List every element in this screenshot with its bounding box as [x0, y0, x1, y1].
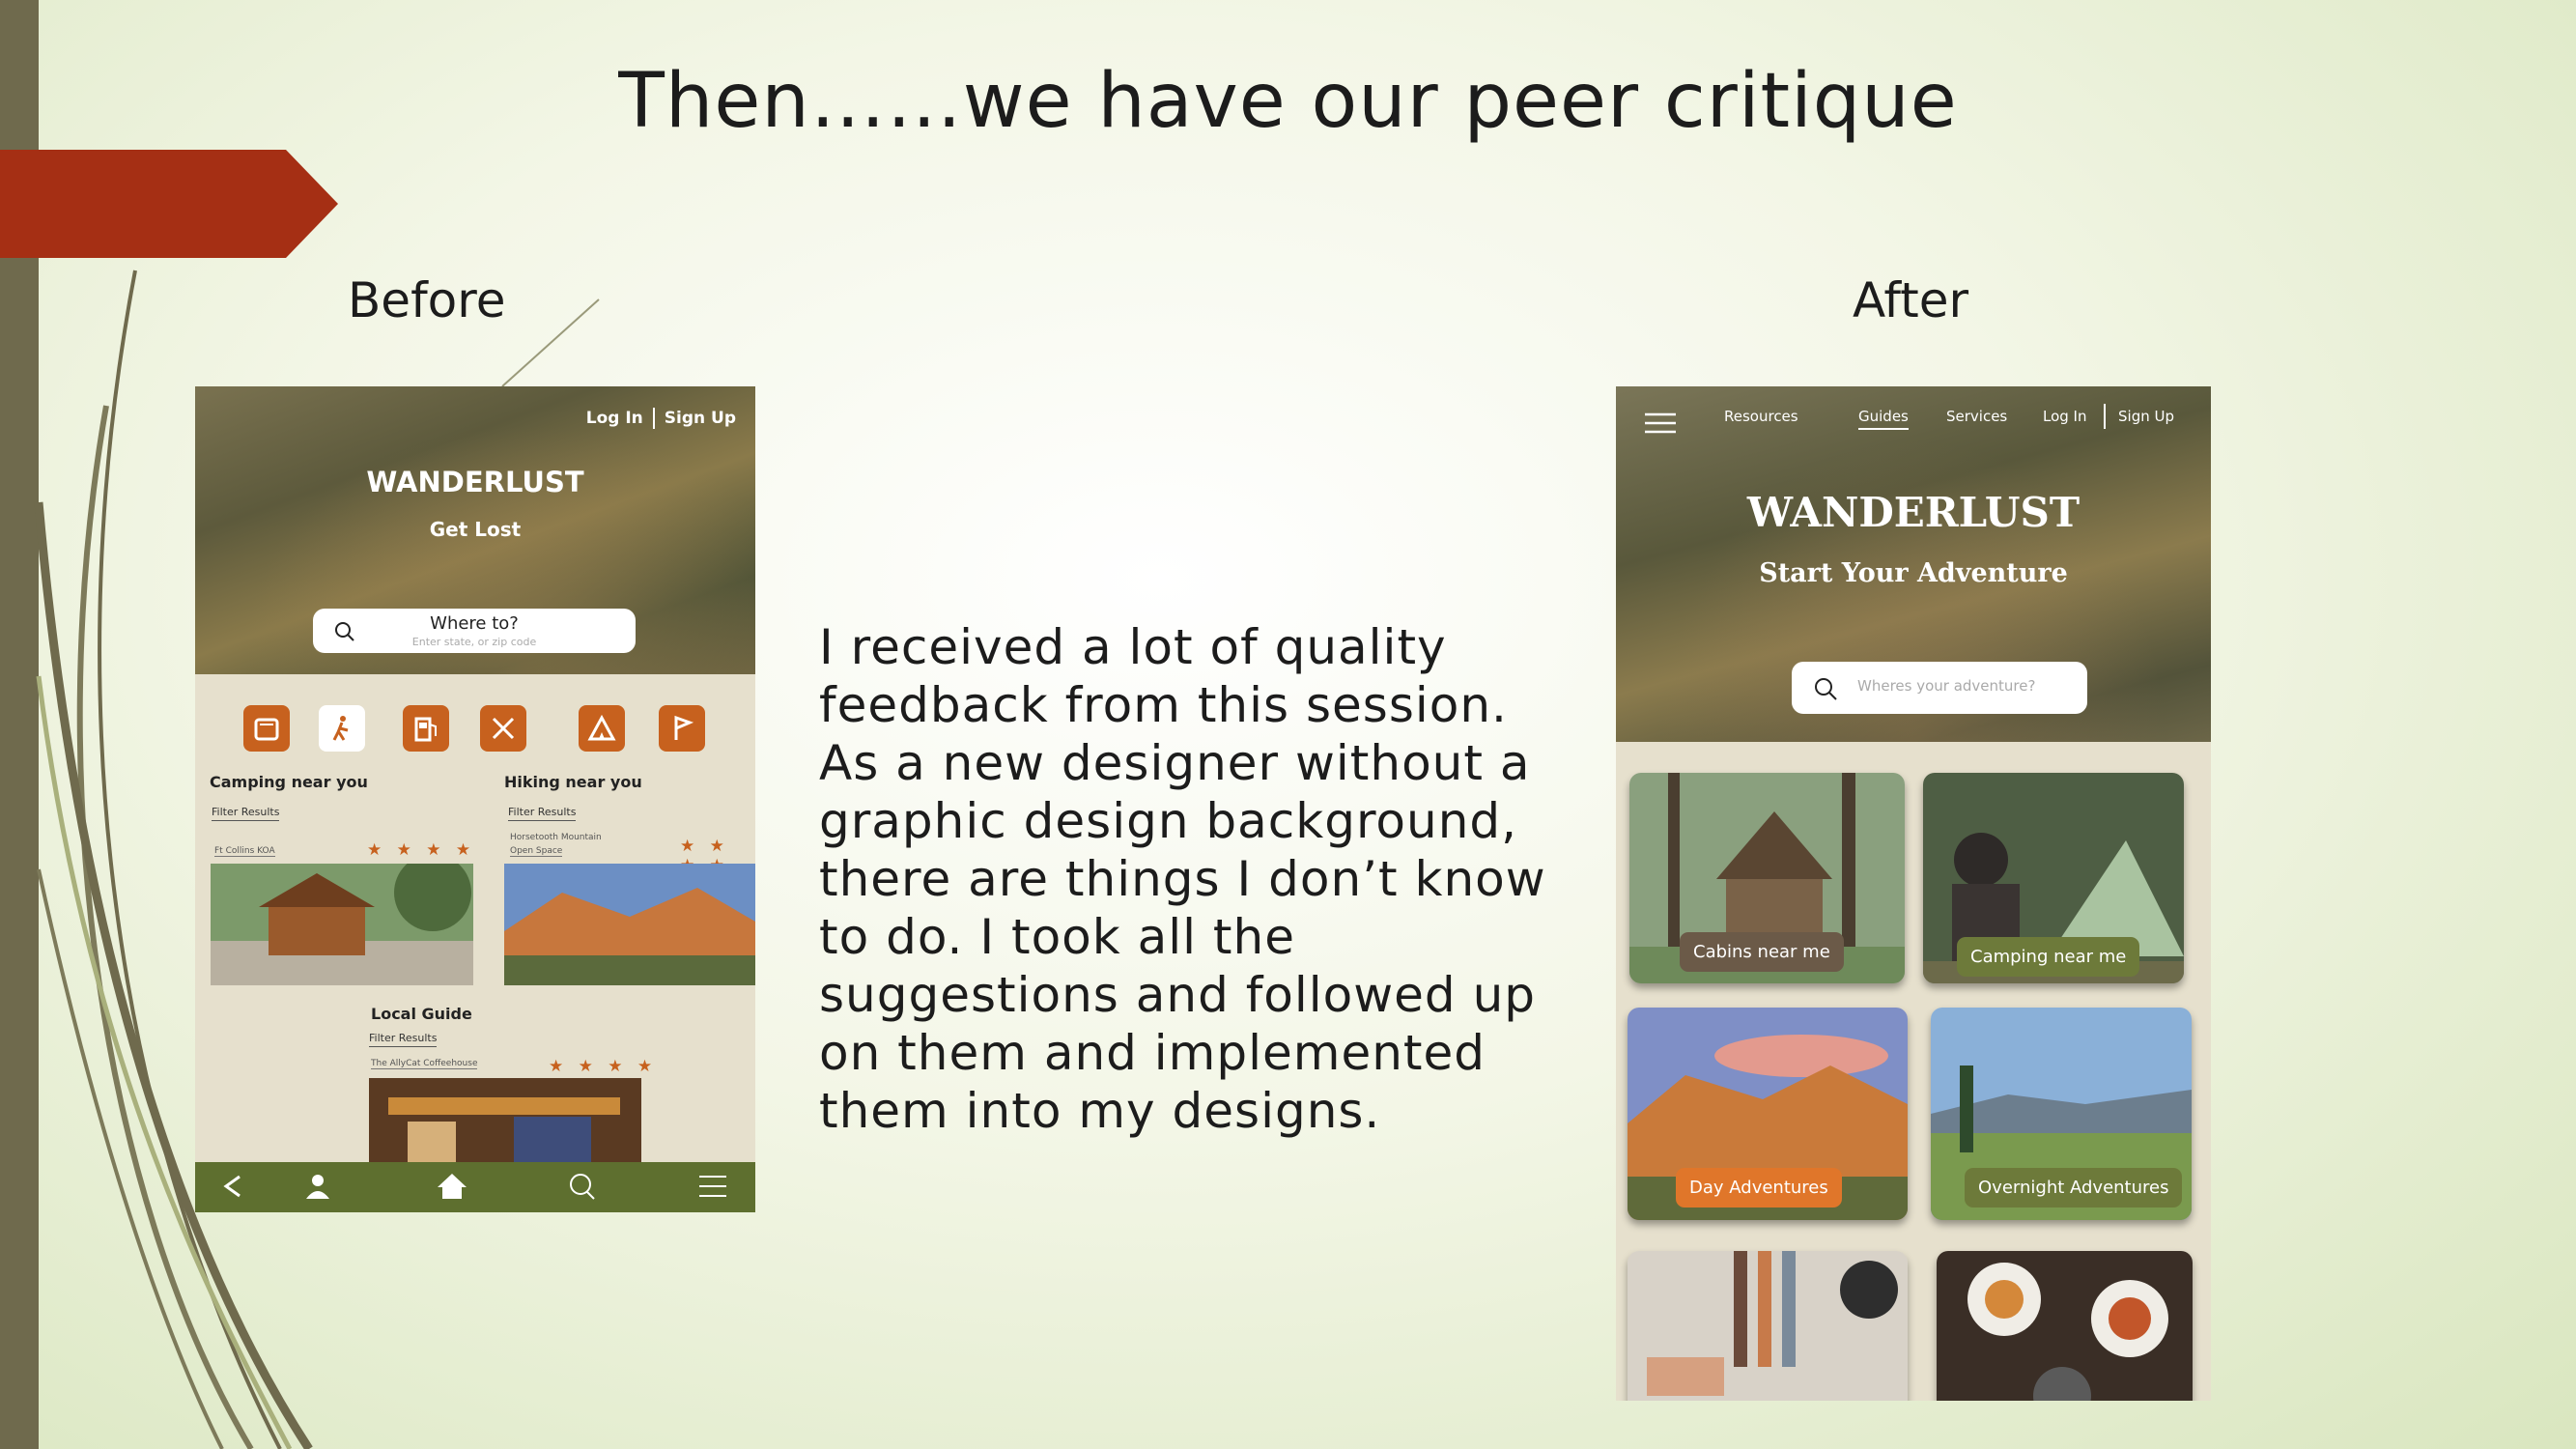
day-adventures-card[interactable]: Day Adventures — [1628, 1008, 1908, 1220]
fuel-icon[interactable] — [403, 705, 449, 752]
category-icons — [195, 705, 755, 752]
after-mockup: Resources Guides Services Log In Sign Up… — [1616, 386, 2211, 1401]
utensils-icon[interactable] — [480, 705, 526, 752]
before-label: Before — [348, 272, 506, 328]
search-subtext: Enter state, or zip code — [411, 636, 537, 648]
nav-guides[interactable]: Guides — [1858, 408, 1909, 430]
nav-signup[interactable]: Sign Up — [2118, 408, 2174, 425]
camping-card[interactable]: Camping near me — [1923, 773, 2184, 983]
search-placeholder: Wheres your adventure? — [1857, 677, 2036, 695]
overnight-adventures-label: Overnight Adventures — [1965, 1168, 2183, 1208]
search-placeholder: Where to? — [430, 613, 519, 634]
guide-filter-link[interactable]: Filter Results — [369, 1032, 438, 1047]
before-mockup: Log In Sign Up WANDERLUST Get Lost Where … — [195, 386, 755, 1212]
hiking-icon[interactable] — [319, 705, 365, 752]
before-login-link[interactable]: Log In — [586, 409, 643, 428]
search-icon[interactable] — [567, 1172, 598, 1203]
stove-icon[interactable] — [243, 705, 290, 752]
nav-divider — [2104, 404, 2106, 429]
camping-label: Camping near me — [1957, 937, 2140, 977]
after-search-input[interactable]: Wheres your adventure? — [1792, 662, 2087, 714]
hiking-section-title: Hiking near you — [504, 773, 642, 791]
nav-resources[interactable]: Resources — [1724, 408, 1798, 425]
menu-icon[interactable] — [697, 1172, 728, 1201]
brewery-card[interactable] — [1628, 1251, 1908, 1401]
after-brand: WANDERLUST — [1746, 489, 2081, 536]
food-table-photo — [1937, 1251, 2193, 1401]
before-signup-link[interactable]: Sign Up — [665, 409, 736, 428]
camping-filter-link[interactable]: Filter Results — [212, 806, 280, 821]
divider — [652, 408, 655, 429]
overnight-adventures-card[interactable]: Overnight Adventures — [1931, 1008, 2192, 1220]
before-search-input[interactable]: Where to? Enter state, or zip code — [313, 609, 636, 653]
before-brand: WANDERLUST — [366, 466, 584, 498]
food-card[interactable] — [1937, 1251, 2193, 1401]
before-bottom-nav — [195, 1162, 755, 1212]
red-arrow-accent — [0, 150, 338, 258]
beer-taps-photo — [1628, 1251, 1908, 1401]
before-tagline: Get Lost — [429, 518, 522, 541]
hiking-place-line2: Open Space — [510, 846, 563, 857]
guide-section-title: Local Guide — [371, 1005, 472, 1023]
cabin-photo — [211, 864, 473, 985]
slide-title: Then……we have our peer critique — [618, 58, 1958, 145]
after-tagline: Start Your Adventure — [1759, 558, 2068, 588]
before-auth-links: Log In Sign Up — [586, 408, 736, 429]
mountain-photo — [504, 864, 755, 985]
hamburger-icon[interactable] — [1645, 412, 1676, 435]
flag-icon[interactable] — [659, 705, 705, 752]
cabins-label: Cabins near me — [1680, 932, 1844, 972]
guide-place-name: The AllyCat Coffeehouse — [371, 1059, 478, 1069]
camping-place-name: Ft Collins KOA — [214, 846, 275, 857]
day-adventures-label: Day Adventures — [1676, 1168, 1842, 1208]
guide-rating: ★ ★ ★ ★ — [549, 1057, 658, 1076]
camping-rating: ★ ★ ★ ★ — [367, 840, 476, 860]
hiking-place-line1: Horsetooth Mountain — [510, 833, 602, 842]
after-label: After — [1853, 272, 1969, 328]
nav-services[interactable]: Services — [1946, 408, 2007, 425]
cabins-card[interactable]: Cabins near me — [1629, 773, 1905, 983]
body-text: I received a lot of quality feedback fro… — [819, 619, 1546, 1139]
coffeehouse-photo — [369, 1078, 641, 1162]
camping-section-title: Camping near you — [210, 773, 368, 791]
tent-icon[interactable] — [579, 705, 625, 752]
profile-icon[interactable] — [303, 1172, 332, 1201]
home-icon[interactable] — [437, 1172, 467, 1201]
back-icon[interactable] — [218, 1172, 247, 1201]
nav-login[interactable]: Log In — [2043, 408, 2087, 425]
search-icon — [1815, 678, 1837, 700]
hiking-filter-link[interactable]: Filter Results — [508, 806, 577, 821]
